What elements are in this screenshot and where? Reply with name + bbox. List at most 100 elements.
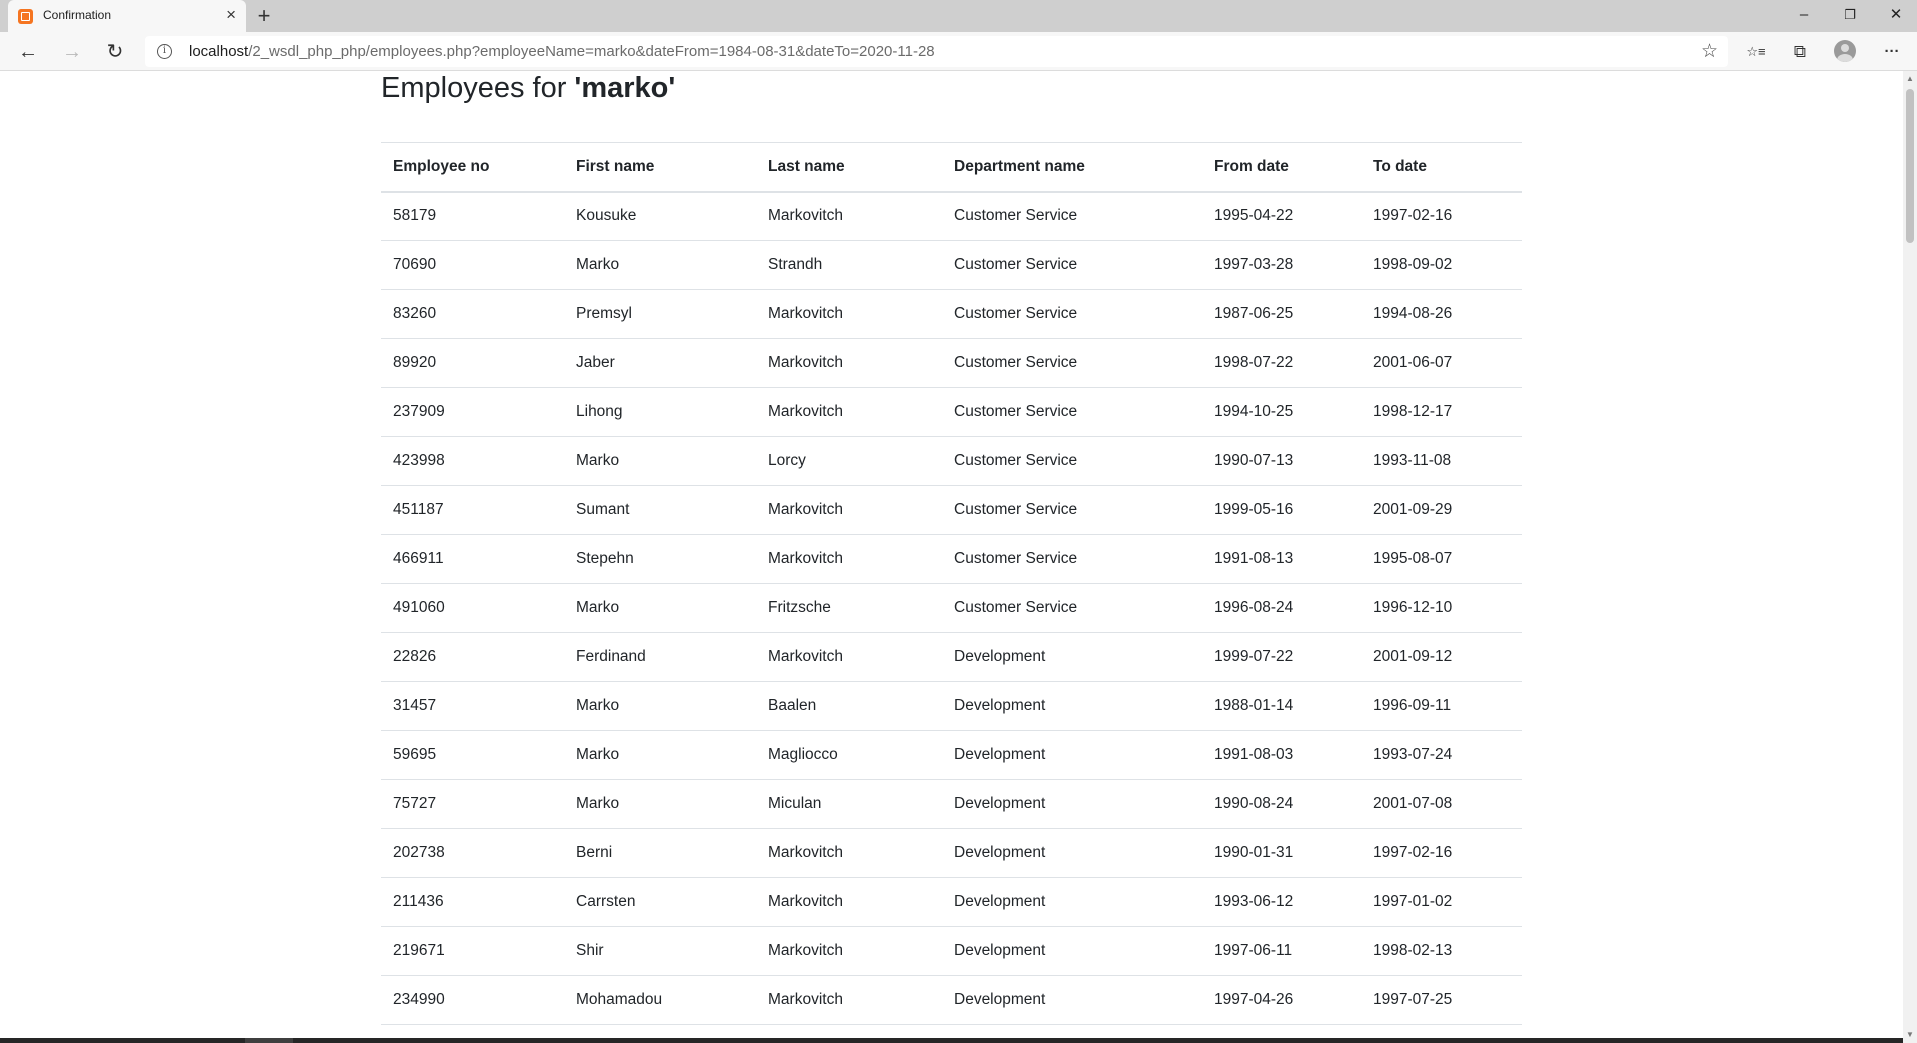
last-name-cell: Markovitch xyxy=(756,338,942,388)
from-date-cell: 1993-06-12 xyxy=(1202,877,1361,927)
from-date-cell: 1999-05-16 xyxy=(1202,485,1361,535)
first-name-cell: Sumant xyxy=(564,485,756,535)
to-date-cell: 2001-09-29 xyxy=(1361,485,1522,535)
employee-no-cell: 31457 xyxy=(381,681,564,731)
site-info-icon[interactable]: i xyxy=(157,44,172,59)
more-menu-icon[interactable]: ··· xyxy=(1877,38,1907,66)
to-date-cell: 1997-02-16 xyxy=(1361,828,1522,878)
last-name-cell: Markovitch xyxy=(756,387,942,437)
last-name-cell: Markovitch xyxy=(756,485,942,535)
to-date-cell: 1994-08-26 xyxy=(1361,289,1522,339)
to-date-cell: 1995-08-07 xyxy=(1361,534,1522,584)
table-row: 58179 Kousuke Markovitch Customer Service 19… xyxy=(381,191,1522,241)
department-name-cell: Customer Service xyxy=(942,289,1202,339)
last-name-cell: Fritzsche xyxy=(756,583,942,633)
table-body: 58179 Kousuke Markovitch Customer Service 19… xyxy=(381,191,1522,1025)
page-title-name: 'marko' xyxy=(574,72,676,104)
table-row: 219671 Shir Markovitch Development 1997-06-1… xyxy=(381,926,1522,976)
to-date-cell: 1998-09-02 xyxy=(1361,240,1522,290)
first-name-cell: Mohamadou xyxy=(564,975,756,1025)
last-name-cell: Markovitch xyxy=(756,877,942,927)
table-row: 451187 Sumant Markovitch Customer Service 19… xyxy=(381,485,1522,535)
table-row: 491060 Marko Fritzsche Customer Service 1996… xyxy=(381,583,1522,633)
from-date-cell: 1996-08-24 xyxy=(1202,583,1361,633)
department-name-cell: Development xyxy=(942,681,1202,731)
to-date-cell: 1998-02-13 xyxy=(1361,926,1522,976)
last-name-cell: Markovitch xyxy=(756,926,942,976)
department-name-cell: Customer Service xyxy=(942,436,1202,486)
restore-button[interactable]: ❐ xyxy=(1827,0,1873,32)
from-date-cell: 1997-04-26 xyxy=(1202,975,1361,1025)
from-date-cell: 1990-01-31 xyxy=(1202,828,1361,878)
profile-avatar-icon[interactable] xyxy=(1834,40,1856,62)
first-name-cell: Marko xyxy=(564,436,756,486)
department-name-cell: Customer Service xyxy=(942,240,1202,290)
last-name-cell: Baalen xyxy=(756,681,942,731)
department-name-cell: Customer Service xyxy=(942,534,1202,584)
from-date-cell: 1998-07-22 xyxy=(1202,338,1361,388)
employee-no-cell: 89920 xyxy=(381,338,564,388)
table-header-row: Employee no First name Last name Departm… xyxy=(381,142,1522,193)
to-date-cell: 2001-06-07 xyxy=(1361,338,1522,388)
employee-no-cell: 83260 xyxy=(381,289,564,339)
scroll-down-arrow-icon[interactable]: ▼ xyxy=(1903,1029,1917,1041)
from-date-cell: 1987-06-25 xyxy=(1202,289,1361,339)
scroll-thumb[interactable] xyxy=(1906,89,1914,243)
forward-button[interactable]: → xyxy=(58,38,86,66)
url-host: localhost xyxy=(189,43,249,60)
first-name-cell: Premsyl xyxy=(564,289,756,339)
first-name-cell: Marko xyxy=(564,240,756,290)
first-name-cell: Berni xyxy=(564,828,756,878)
favorites-icon[interactable]: ☆≡ xyxy=(1741,38,1771,66)
department-name-cell: Customer Service xyxy=(942,338,1202,388)
employee-no-cell: 211436 xyxy=(381,877,564,927)
xampp-favicon-icon xyxy=(18,9,33,24)
table-row: 237909 Lihong Markovitch Customer Service 19… xyxy=(381,387,1522,437)
new-tab-button[interactable]: + xyxy=(251,3,277,29)
table-row: 83260 Premsyl Markovitch Customer Service 19… xyxy=(381,289,1522,339)
header-last-name: Last name xyxy=(756,142,942,193)
tab-confirmation[interactable]: Confirmation × xyxy=(8,0,246,32)
employee-no-cell: 202738 xyxy=(381,828,564,878)
header-from-date: From date xyxy=(1202,142,1361,193)
first-name-cell: Kousuke xyxy=(564,191,756,241)
add-favorite-icon[interactable]: ☆ xyxy=(1701,40,1718,63)
first-name-cell: Stepehn xyxy=(564,534,756,584)
from-date-cell: 1991-08-13 xyxy=(1202,534,1361,584)
address-bar[interactable]: i localhost/2_wsdl_php_php/employees.php… xyxy=(145,36,1728,67)
employee-no-cell: 466911 xyxy=(381,534,564,584)
table-row: 75727 Marko Miculan Development 1990-08-24 20… xyxy=(381,779,1522,829)
from-date-cell: 1997-06-11 xyxy=(1202,926,1361,976)
department-name-cell: Development xyxy=(942,975,1202,1025)
to-date-cell: 2001-09-12 xyxy=(1361,632,1522,682)
table-row: 423998 Marko Lorcy Customer Service 1990-07-… xyxy=(381,436,1522,486)
tab-strip: Confirmation × + – ❐ ✕ xyxy=(0,0,1917,32)
last-name-cell: Magliocco xyxy=(756,730,942,780)
back-button[interactable]: ← xyxy=(14,38,42,66)
minimize-button[interactable]: – xyxy=(1781,0,1827,32)
vertical-scrollbar[interactable]: ▲ ▼ xyxy=(1903,71,1917,1043)
employee-no-cell: 491060 xyxy=(381,583,564,633)
to-date-cell: 1997-01-02 xyxy=(1361,877,1522,927)
from-date-cell: 1991-08-03 xyxy=(1202,730,1361,780)
table-row: 211436 Carrsten Markovitch Development 1993-… xyxy=(381,877,1522,927)
last-name-cell: Markovitch xyxy=(756,191,942,241)
close-window-button[interactable]: ✕ xyxy=(1873,0,1917,32)
scroll-up-arrow-icon[interactable]: ▲ xyxy=(1903,73,1917,85)
from-date-cell: 1990-07-13 xyxy=(1202,436,1361,486)
header-employee-no: Employee no xyxy=(381,142,564,193)
browser-toolbar: ← → ↻ i localhost/2_wsdl_php_php/employe… xyxy=(0,32,1917,71)
table-row: 22826 Ferdinand Markovitch Development 1999-… xyxy=(381,632,1522,682)
tab-close-icon[interactable]: × xyxy=(226,5,236,25)
to-date-cell: 1993-07-24 xyxy=(1361,730,1522,780)
first-name-cell: Lihong xyxy=(564,387,756,437)
page-title-prefix: Employees for xyxy=(381,72,575,104)
from-date-cell: 1995-04-22 xyxy=(1202,191,1361,241)
table-row: 202738 Berni Markovitch Development 1990-01-… xyxy=(381,828,1522,878)
table-row: 89920 Jaber Markovitch Customer Service 1998… xyxy=(381,338,1522,388)
from-date-cell: 1994-10-25 xyxy=(1202,387,1361,437)
url-text[interactable]: localhost/2_wsdl_php_php/employees.php?e… xyxy=(189,43,935,60)
employee-no-cell: 423998 xyxy=(381,436,564,486)
collections-icon[interactable]: ⧉ xyxy=(1785,38,1815,66)
reload-button[interactable]: ↻ xyxy=(101,38,129,66)
